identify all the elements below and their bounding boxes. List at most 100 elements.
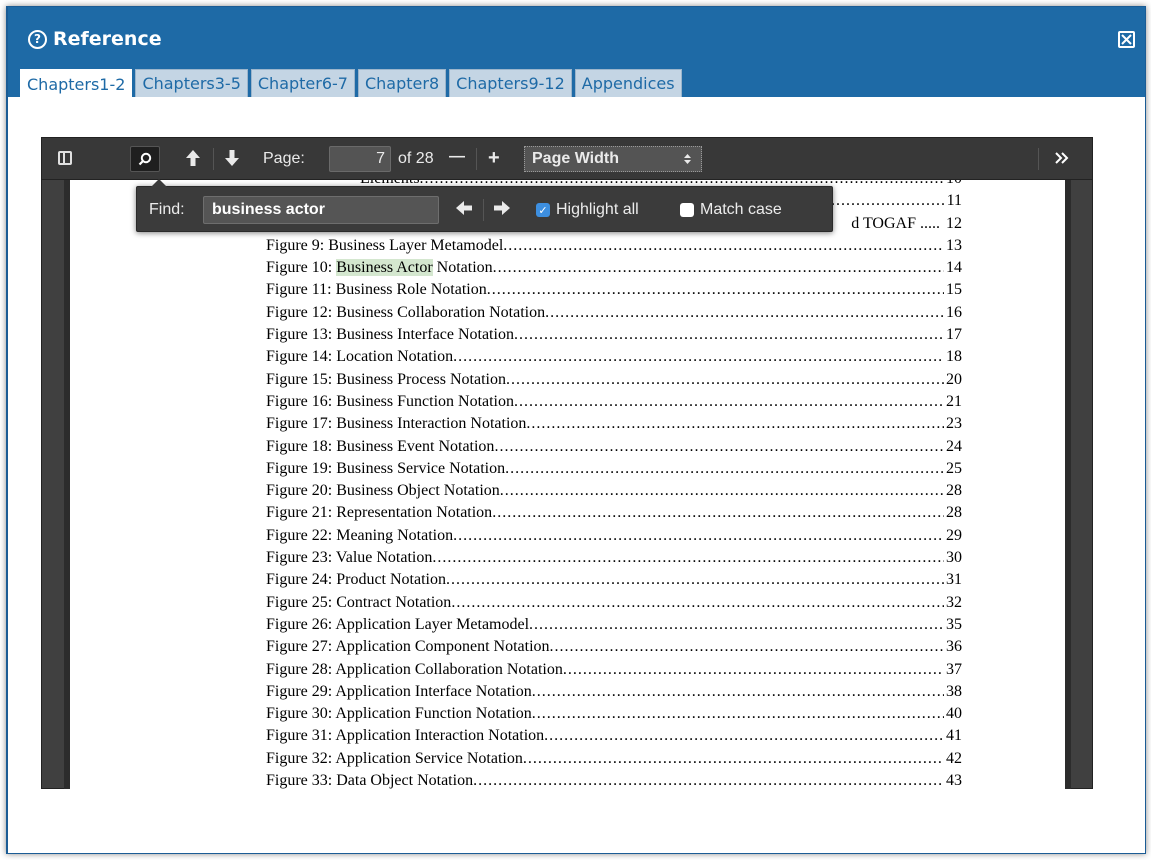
sidebar-toggle-button[interactable] (58, 151, 72, 165)
toc-row: Figure 17: Business Interaction Notation… (266, 415, 962, 437)
toc-page: 24 (946, 437, 962, 455)
toc-row: Figure 28: Application Collaboration Not… (266, 661, 962, 683)
help-circle-icon[interactable]: ? (28, 29, 47, 49)
toc-page: 23 (946, 415, 962, 433)
next-page-button[interactable] (224, 149, 240, 167)
zoom-out-button[interactable]: — (449, 148, 465, 166)
toc-page: 12 (946, 214, 962, 232)
page-label: Page: (263, 150, 305, 167)
find-label: Find: (149, 201, 185, 218)
checkbox-checked-icon: ✓ (536, 203, 550, 217)
find-button[interactable] (130, 146, 160, 172)
window-title-text: Reference (53, 28, 162, 50)
toc-page: 10 (944, 180, 962, 188)
toc-label: Figure 21: Representation Notation (266, 504, 493, 522)
toc-row: Figure 21: Representation Notation 28 (266, 504, 962, 526)
close-box-icon (1121, 34, 1132, 45)
toc-row: Figure 18: Business Event Notation 24 (266, 438, 962, 460)
chapter-tabs: Chapters1-2 Chapters3-5 Chapter6-7 Chapt… (8, 65, 1145, 98)
toc-label: Figure 29: Application Interface Notatio… (266, 682, 532, 700)
toc-page: 17 (946, 326, 962, 344)
zoom-in-button[interactable]: + (488, 147, 500, 170)
toc-label: Figure 27: Application Component Notatio… (266, 638, 550, 656)
toc-label: Figure 24: Product Notation (266, 571, 446, 589)
tab-chapters1-2[interactable]: Chapters1-2 (20, 69, 133, 98)
pdf-toolbar: Page: 7 of 28 — + Page Width (42, 138, 1092, 180)
tab-chapter6-7[interactable]: Chapter6-7 (250, 69, 355, 97)
toc-label: Figure 28: Application Collaboration Not… (266, 660, 563, 678)
find-next-button[interactable] (493, 200, 511, 216)
page-number-input[interactable]: 7 (329, 146, 391, 172)
find-previous-button[interactable] (455, 200, 473, 216)
toc-row: Figure 16: Business Function Notation 21 (266, 393, 962, 415)
toc-row: Figure 19: Business Service Notation 25 (266, 460, 962, 482)
toc-label: Figure 13: Business Interface Notation (266, 326, 514, 344)
table-of-figures: Elements10 11 d TOGAF..... 12 Figure 9: … (266, 180, 962, 789)
toc-label: Figure 19: Business Service Notation (266, 459, 506, 477)
tab-appendices[interactable]: Appendices (574, 69, 682, 97)
toc-row: Figure 30: Application Function Notation… (266, 705, 962, 727)
toc-page: 25 (946, 459, 962, 477)
toc-page: 41 (946, 727, 962, 745)
toc-row: Figure 29: Application Interface Notatio… (266, 683, 962, 705)
search-icon (138, 152, 152, 166)
close-button[interactable] (1118, 31, 1135, 48)
toc-label: Figure 31: Application Interaction Notat… (266, 727, 545, 745)
tab-chapter8[interactable]: Chapter8 (357, 69, 447, 97)
double-chevron-right-icon (1055, 152, 1069, 164)
checkbox-unchecked-icon (680, 203, 694, 217)
toc-page: 28 (946, 504, 962, 522)
toc-row: Figure 14: Location Notation 18 (266, 348, 962, 370)
toc-label: Figure 12: Business Collaboration Notati… (266, 303, 546, 321)
toc-row: Figure 31: Application Interaction Notat… (266, 727, 962, 749)
toc-label: Figure 20: Business Object Notation (266, 482, 500, 500)
toc-page: 21 (946, 392, 962, 410)
toc-label: Figure 25: Contract Notation (266, 593, 452, 611)
pdf-page: Elements10 11 d TOGAF..... 12 Figure 9: … (70, 180, 1065, 789)
tab-chapters9-12[interactable]: Chapters9-12 (449, 69, 572, 97)
toc-label: Figure 16: Business Function Notation (266, 392, 514, 410)
reference-window: ? Reference Chapters1-2 Chapters3-5 Chap… (6, 6, 1146, 854)
toc-page: 28 (946, 482, 962, 500)
toc-page: 35 (946, 615, 962, 633)
highlight-all-checkbox[interactable]: ✓ Highlight all (536, 201, 639, 219)
zoom-select[interactable]: Page Width (524, 146, 702, 172)
tab-chapters3-5[interactable]: Chapters3-5 (135, 69, 248, 97)
toc-label: Figure 14: Location Notation (266, 348, 454, 366)
toc-row: Figure 11: Business Role Notation 15 (266, 281, 962, 303)
toc-row: Figure 24: Product Notation 31 (266, 571, 962, 593)
toc-page: 36 (946, 638, 962, 656)
page-total: of 28 (398, 150, 434, 167)
toc-page: 40 (946, 705, 962, 723)
toc-page: 15 (946, 281, 962, 299)
toc-row: Figure 26: Application Layer Metamodel 35 (266, 616, 962, 638)
toc-label: Figure 33: Data Object Notation (266, 772, 474, 789)
toc-label-suffix: Notation (432, 259, 493, 277)
toc-label: Figure 26: Application Layer Metamodel (266, 615, 530, 633)
toc-page: 37 (946, 660, 962, 678)
previous-page-button[interactable] (185, 149, 201, 167)
toc-page: 38 (946, 682, 962, 700)
toc-page: 32 (946, 593, 962, 611)
toc-label: Figure 15: Business Process Notation (266, 370, 506, 388)
match-case-checkbox[interactable]: Match case (680, 201, 782, 219)
toc-page: 29 (946, 526, 962, 544)
toc-label: Figure 17: Business Interaction Notation (266, 415, 527, 433)
toc-row: Figure 22: Meaning Notation 29 (266, 527, 962, 549)
toc-row: Figure 13: Business Interface Notation 17 (266, 326, 962, 348)
toc-label: Figure 9: Business Layer Metamodel (266, 236, 504, 254)
toc-label: Figure 23: Value Notation (266, 549, 433, 567)
toc-label: Figure 30: Application Function Notation (266, 705, 532, 723)
toc-row: Figure 32: Application Service Notation 4… (266, 750, 962, 772)
toc-label: Figure 32: Application Service Notation (266, 749, 523, 767)
arrow-right-icon (494, 201, 510, 215)
toc-row: Figure 10: Business Actor Notation 14 (266, 259, 962, 281)
toc-row: Figure 15: Business Process Notation 20 (266, 371, 962, 393)
find-input[interactable]: business actor (203, 196, 439, 224)
toc-page: 43 (946, 772, 962, 789)
toc-label: Figure 11: Business Role Notation (266, 281, 487, 299)
toc-label: Figure 18: Business Event Notation (266, 437, 495, 455)
toc-page: 20 (946, 370, 962, 388)
toc-page: 11 (946, 192, 962, 210)
tools-menu-button[interactable] (1055, 151, 1069, 165)
